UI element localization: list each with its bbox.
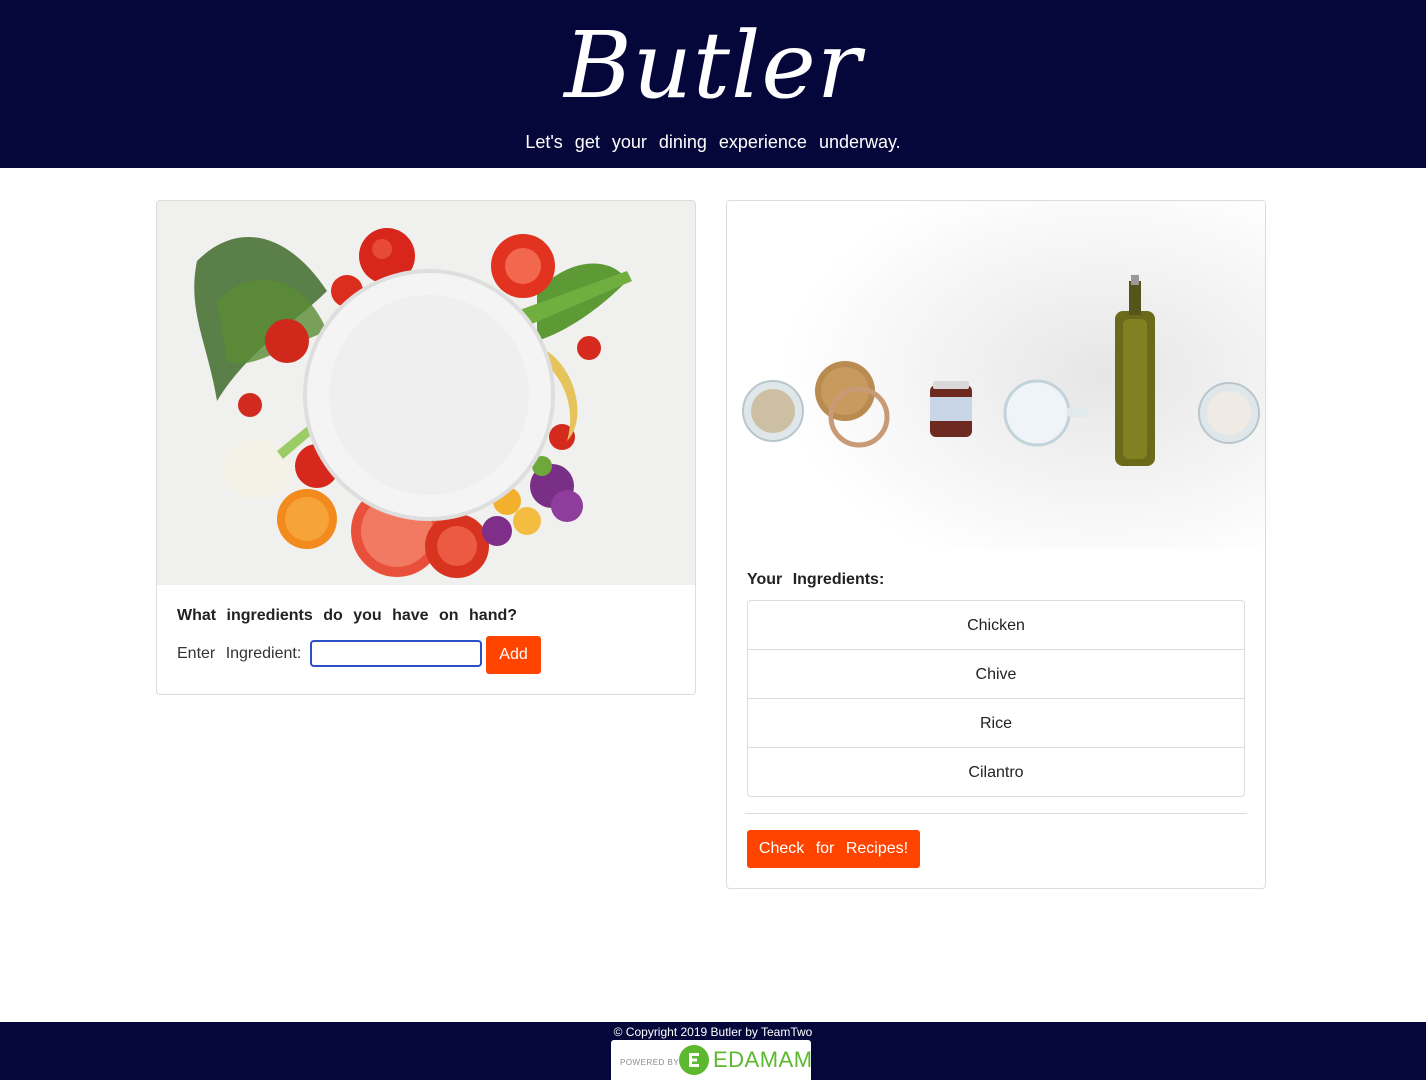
- check-recipes-button[interactable]: Check for Recipes!: [747, 830, 920, 868]
- vegetables-plate-image: [157, 201, 695, 585]
- add-ingredient-card: What ingredients do you have on hand? En…: [156, 200, 696, 695]
- brand-logo[interactable]: Butler: [0, 6, 1426, 126]
- vegetables-plate-photo: [157, 201, 695, 585]
- pantry-ingredients-image: [727, 201, 1265, 549]
- card-divider: [745, 813, 1247, 814]
- add-button[interactable]: Add: [486, 636, 541, 674]
- edamam-logo-icon: [679, 1045, 709, 1075]
- copyright-text: © Copyright 2019 Butler by TeamTwo: [613, 1025, 813, 1039]
- pantry-ingredients-photo: [727, 201, 1265, 549]
- enter-ingredient-label: Enter Ingredient:: [177, 645, 302, 662]
- ingredients-question: What ingredients do you have on hand?: [177, 607, 518, 624]
- edamam-wordmark: EDAMAM: [713, 1047, 813, 1072]
- site-header: Butler Let's get your dining experience …: [0, 0, 1426, 168]
- powered-by-label: POWERED BY: [620, 1058, 680, 1067]
- powered-by-edamam-badge[interactable]: POWERED BY EDAMAM: [611, 1040, 813, 1080]
- ingredient-list-item[interactable]: Chicken: [748, 601, 1244, 649]
- your-ingredients-title: Your Ingredients:: [747, 571, 885, 588]
- tagline: Let's get your dining experience underwa…: [525, 132, 901, 152]
- ingredient-input[interactable]: [310, 640, 482, 667]
- ingredient-list-item[interactable]: Cilantro: [748, 747, 1244, 796]
- ingredient-list: Chicken Chive Rice Cilantro: [747, 600, 1245, 797]
- ingredient-list-item[interactable]: Rice: [748, 698, 1244, 747]
- site-footer: © Copyright 2019 Butler by TeamTwo POWER…: [0, 1022, 1426, 1080]
- your-ingredients-card: Your Ingredients: Chicken Chive Rice Cil…: [726, 200, 1266, 889]
- ingredient-list-item[interactable]: Chive: [748, 649, 1244, 698]
